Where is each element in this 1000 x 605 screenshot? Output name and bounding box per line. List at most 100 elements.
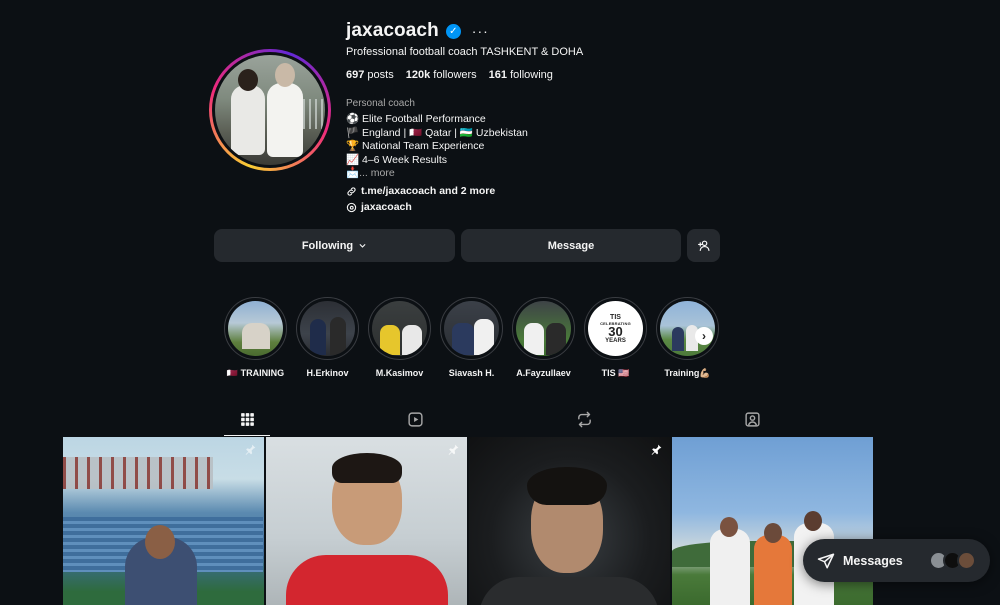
highlight-ring xyxy=(440,297,503,360)
link-icon xyxy=(347,186,356,196)
chevron-down-icon xyxy=(359,243,366,248)
reels-icon xyxy=(408,412,423,427)
following-button[interactable]: Following xyxy=(214,229,455,262)
post-image-detail xyxy=(63,457,213,489)
highlight-item[interactable]: H.Erkinov xyxy=(296,297,359,379)
tab-tagged[interactable] xyxy=(730,403,776,436)
threads-icon xyxy=(346,202,357,212)
avatar-inner xyxy=(212,52,328,168)
username: jaxacoach xyxy=(346,20,439,41)
post-image-detail xyxy=(754,535,792,605)
add-user-icon xyxy=(698,240,710,251)
verified-badge-icon: ✓ xyxy=(445,23,461,39)
profile-avatar[interactable] xyxy=(209,49,331,171)
avatar-person-right-head xyxy=(275,63,295,87)
external-link-text: t.me/jaxacoach and 2 more xyxy=(361,185,496,197)
highlight-cover xyxy=(300,301,355,356)
posts-label: posts xyxy=(367,69,394,81)
bio-mail-emoji: 📩 xyxy=(346,167,360,179)
bio-line: ⚽ Elite Football Performance xyxy=(346,113,486,125)
post-image-detail xyxy=(527,467,607,505)
bio-line: 🏴 England | 🇶🇦 Qatar | 🇺🇿 Uzbekistan xyxy=(346,126,528,139)
posts-stat: 697 posts xyxy=(346,69,394,81)
post-thumbnail[interactable] xyxy=(63,437,264,605)
highlight-cover xyxy=(372,301,427,356)
tab-reposts[interactable] xyxy=(561,403,607,436)
highlight-label: 🇶🇦 TRAINING xyxy=(226,368,285,378)
external-link[interactable]: t.me/jaxacoach and 2 more xyxy=(346,183,495,199)
following-label: following xyxy=(510,69,553,81)
highlight-ring xyxy=(368,297,431,360)
username-row: jaxacoach ✓ ··· xyxy=(346,20,489,42)
posts-grid xyxy=(63,437,873,605)
story-highlights: 🇶🇦 TRAINING H.Erkinov M.Kasimov Siavash … xyxy=(224,297,719,379)
highlight-cover xyxy=(228,301,283,356)
message-button[interactable]: Message xyxy=(461,229,681,262)
post-image-detail xyxy=(804,511,822,531)
following-button-label: Following xyxy=(301,239,354,252)
post-thumbnail[interactable] xyxy=(266,437,467,605)
followers-stat[interactable]: 120k followers xyxy=(406,69,477,81)
highlight-cover xyxy=(444,301,499,356)
highlight-item[interactable]: A.Fayzullaev xyxy=(512,297,575,379)
messages-button[interactable]: Messages xyxy=(803,539,990,582)
post-image-detail xyxy=(332,453,402,483)
avatar-person-right xyxy=(267,83,303,157)
threads-link[interactable]: jaxacoach xyxy=(346,199,495,215)
grid-icon xyxy=(240,412,254,426)
avatar-person-left-head xyxy=(238,69,258,91)
bio-line-last: 📩... more xyxy=(346,167,528,181)
highlight-label: Siavash H. xyxy=(448,368,495,378)
bio-line: 📈 4–6 Week Results xyxy=(346,153,448,166)
highlights-next-button[interactable]: › xyxy=(695,327,713,345)
following-count: 161 xyxy=(488,69,508,81)
tagged-icon xyxy=(745,412,761,427)
message-button-label: Message xyxy=(547,239,595,252)
pinned-icon xyxy=(245,444,256,455)
tis-badge-title: TIS xyxy=(610,313,621,321)
tab-reels[interactable] xyxy=(393,403,439,436)
highlight-label: M.Kasimov xyxy=(375,368,424,378)
pinned-icon xyxy=(448,444,459,455)
highlight-item[interactable]: TIS CELEBRATING 30 YEARS TIS 🇺🇸 xyxy=(584,297,647,379)
post-image-detail xyxy=(720,517,738,537)
pinned-icon xyxy=(651,444,662,455)
messages-label: Messages xyxy=(843,553,903,568)
avatar-photo xyxy=(215,55,325,165)
profile-stats: 697 posts 120k followers 161 following xyxy=(346,69,553,81)
profile-bio: ⚽ Elite Football Performance 🏴 England |… xyxy=(346,113,528,181)
post-image-detail xyxy=(286,555,448,605)
following-stat[interactable]: 161 following xyxy=(489,69,553,81)
bio-line: 🏆 National Team Experience xyxy=(346,140,485,152)
suggested-users-button[interactable] xyxy=(687,229,720,262)
highlight-label: Training💪🏼 xyxy=(664,368,711,378)
avatar xyxy=(957,551,976,570)
highlight-item[interactable]: M.Kasimov xyxy=(368,297,431,379)
highlight-ring: TIS CELEBRATING 30 YEARS xyxy=(584,297,647,360)
highlight-item[interactable]: Siavash H. xyxy=(440,297,503,379)
profile-tabs xyxy=(224,403,776,436)
tab-posts[interactable] xyxy=(224,403,270,436)
highlight-ring xyxy=(512,297,575,360)
more-options-icon[interactable]: ··· xyxy=(472,23,489,39)
post-image-detail xyxy=(764,523,782,543)
followers-label: followers xyxy=(433,69,477,81)
highlight-label: TIS 🇺🇸 xyxy=(601,368,630,378)
highlight-item[interactable]: 🇶🇦 TRAINING xyxy=(224,297,287,379)
bio-more-link[interactable]: ... more xyxy=(359,167,395,179)
reposts-icon xyxy=(577,411,591,428)
followers-count: 120k xyxy=(405,69,431,81)
avatar-person-left xyxy=(231,85,265,155)
highlight-label: H.Erkinov xyxy=(306,368,349,378)
profile-links: t.me/jaxacoach and 2 more jaxacoach xyxy=(346,183,495,215)
post-thumbnail[interactable] xyxy=(469,437,670,605)
tis-badge-years: YEARS xyxy=(605,337,626,344)
messages-avatars xyxy=(929,551,976,570)
post-image-detail xyxy=(710,529,750,605)
direct-message-icon xyxy=(817,553,835,568)
posts-count: 697 xyxy=(346,69,365,81)
tis-badge: TIS CELEBRATING 30 YEARS xyxy=(588,301,643,356)
post-image-detail xyxy=(479,577,659,605)
profile-subtitle: Professional football coach TASHKENT & D… xyxy=(346,46,584,58)
highlight-label: A.Fayzullaev xyxy=(516,368,571,378)
